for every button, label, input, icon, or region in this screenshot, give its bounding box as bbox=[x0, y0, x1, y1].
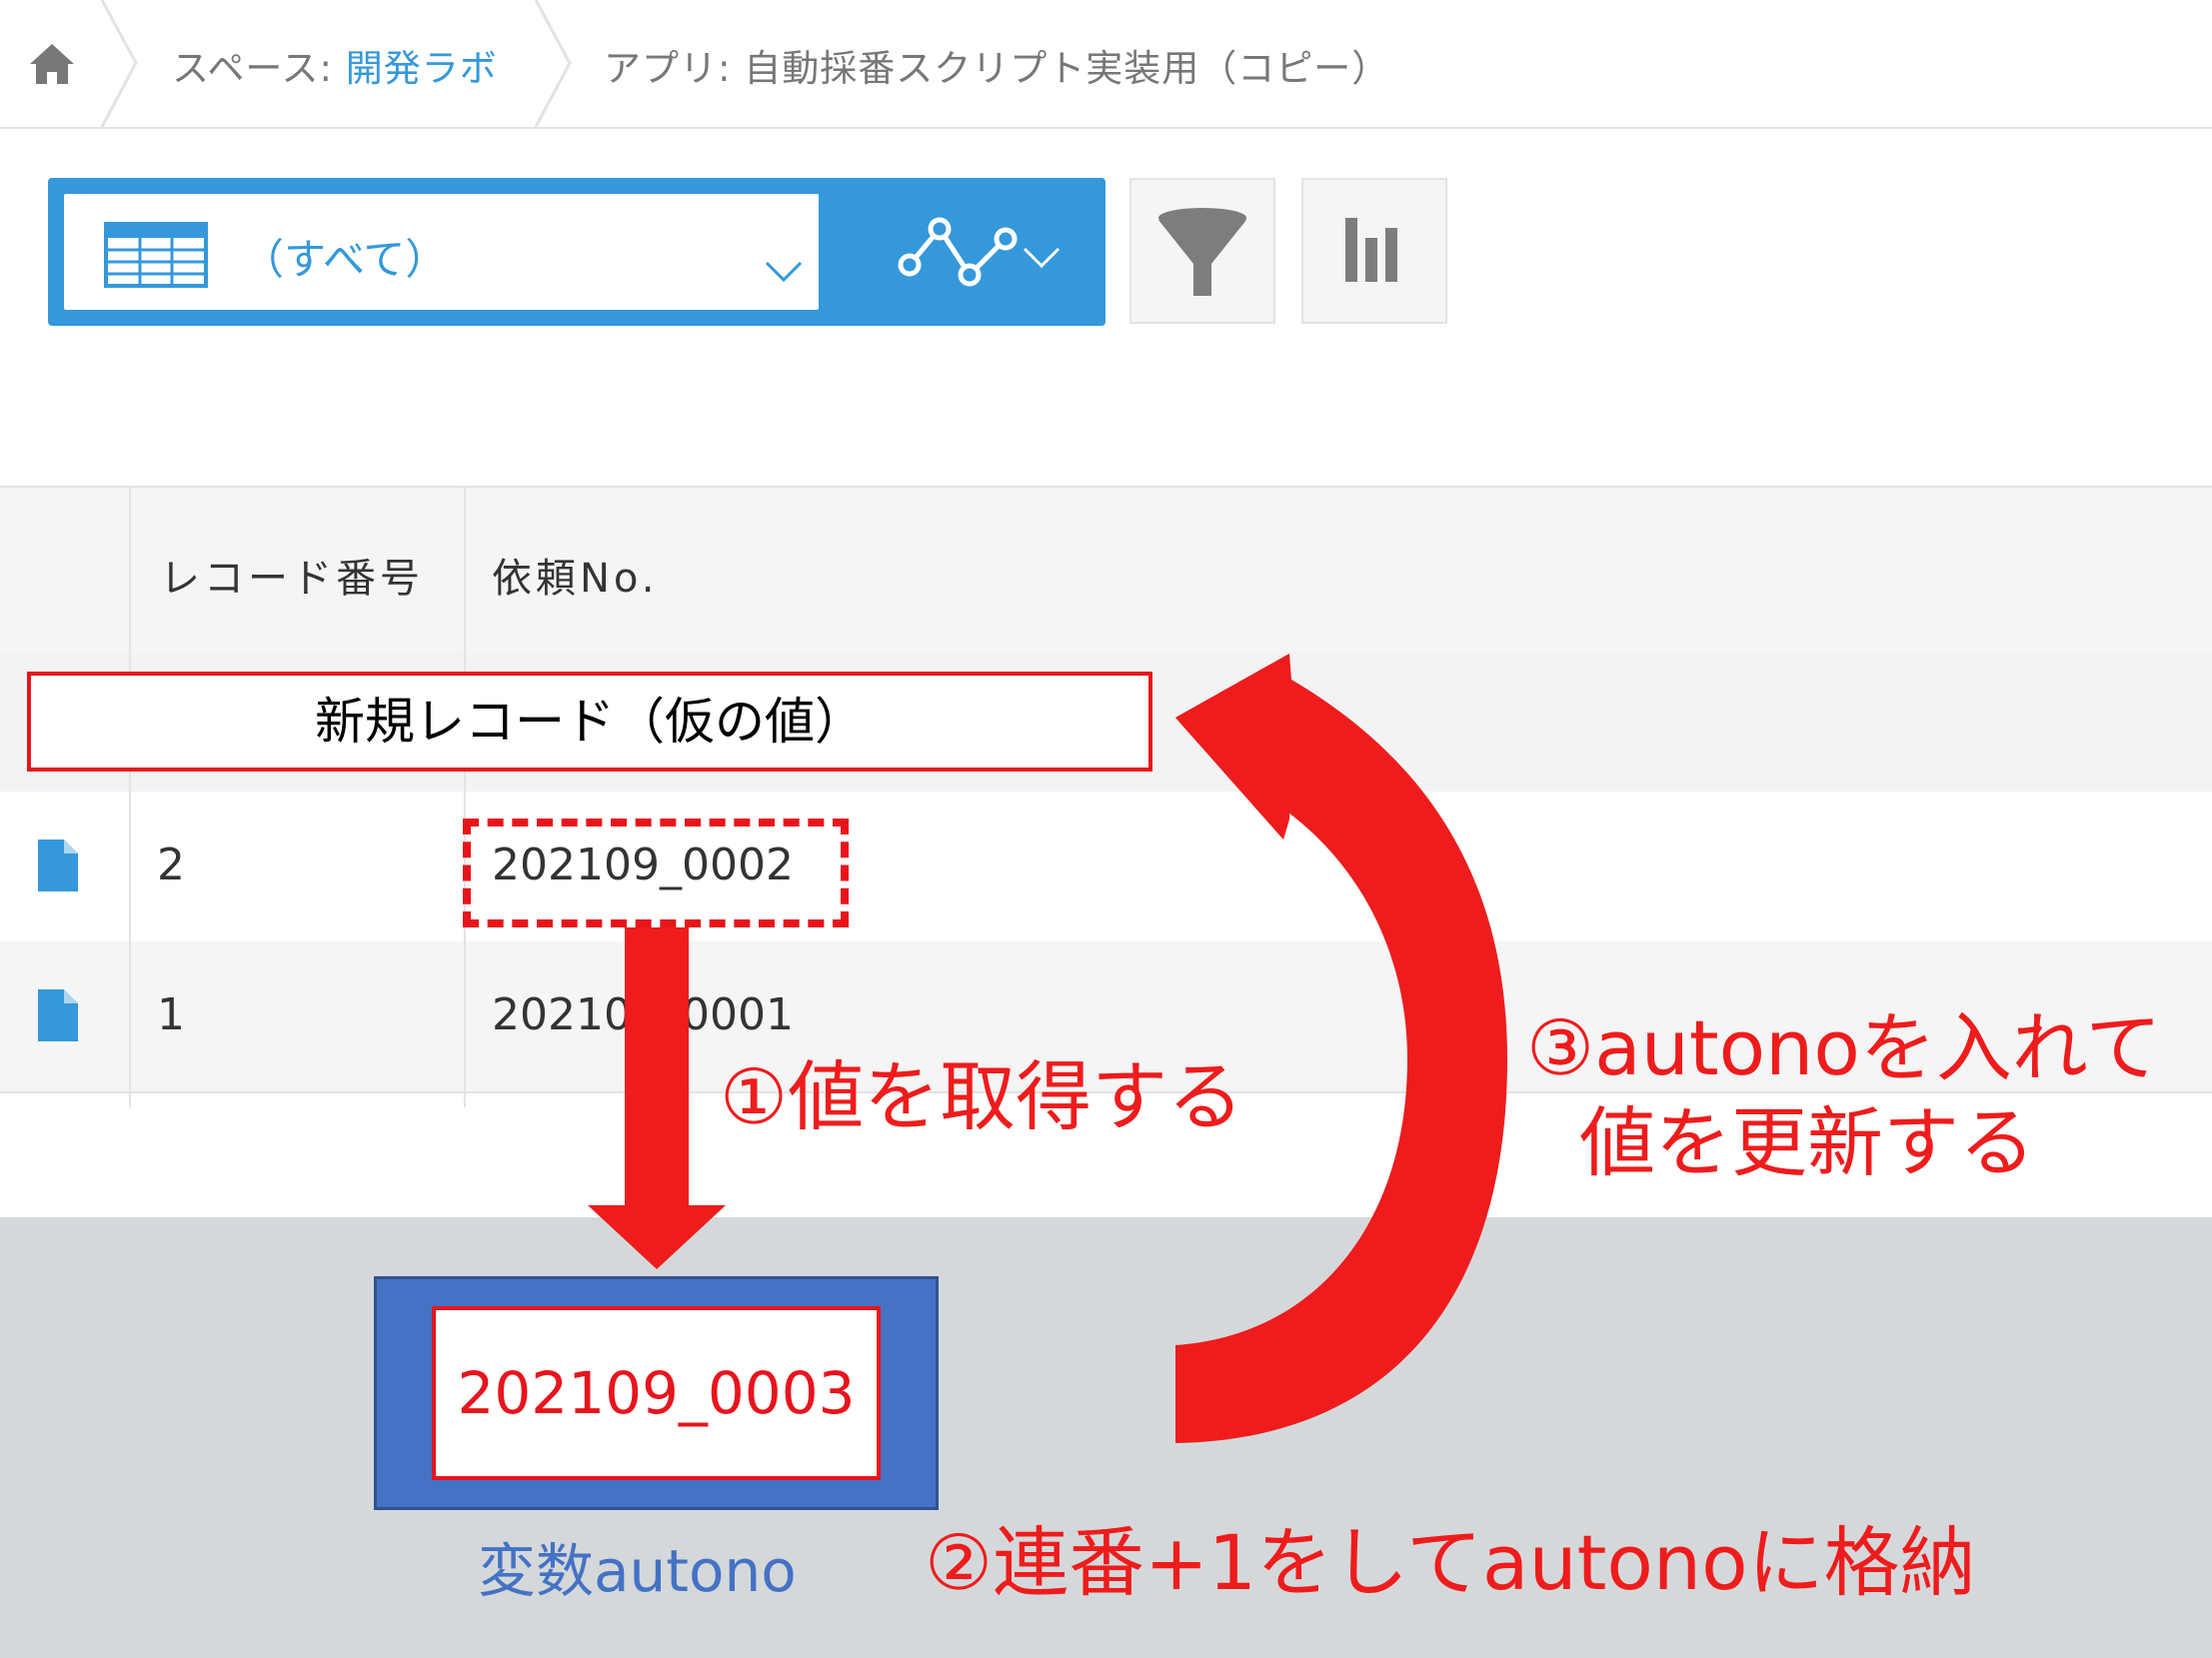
curved-arrow-head bbox=[1175, 654, 1289, 839]
variable-caption: 変数autono bbox=[478, 1537, 797, 1605]
step3-annotation-line2: 値を更新する bbox=[1579, 1098, 2035, 1187]
variable-box: 202109_0003 bbox=[374, 1276, 939, 1510]
step2-annotation: ②連番+1をしてautonoに格納 bbox=[925, 1518, 1976, 1607]
step1-annotation: ①値を取得する bbox=[720, 1052, 1244, 1141]
variable-value: 202109_0003 bbox=[432, 1306, 881, 1480]
step3-annotation-line1: ③autonoを入れて bbox=[1526, 1003, 2162, 1092]
